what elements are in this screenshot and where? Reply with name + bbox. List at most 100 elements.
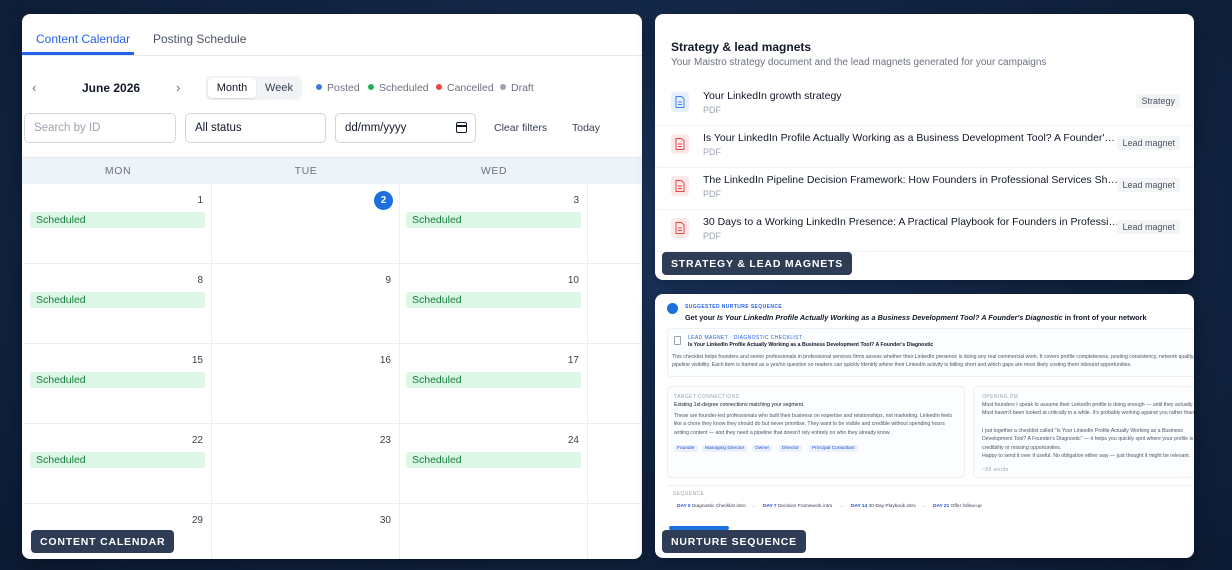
week-view-button[interactable]: Week <box>258 78 300 98</box>
document-row[interactable]: 30 Days to a Working LinkedIn Presence: … <box>655 211 1194 252</box>
scheduled-post-chip[interactable]: Scheduled <box>30 212 205 228</box>
view-toggle: Month Week <box>206 76 302 100</box>
sequence-step[interactable]: DAY 21 Offer follow-up <box>933 504 982 509</box>
segment-chip: Managing Director <box>702 445 748 452</box>
calendar-icon[interactable] <box>456 122 467 133</box>
sequence-label: SEQUENCE <box>673 491 705 497</box>
scheduled-post-chip[interactable]: Scheduled <box>406 212 581 228</box>
doc-icon <box>671 92 689 112</box>
today-button[interactable]: Today <box>572 122 600 134</box>
day-number: 9 <box>385 275 391 286</box>
document-title: 30 Days to a Working LinkedIn Presence: … <box>703 216 1119 228</box>
scheduled-post-chip[interactable]: Scheduled <box>406 292 581 308</box>
chevron-right-icon[interactable]: › <box>176 80 180 95</box>
calendar-day-cell[interactable]: 17 Scheduled <box>400 344 588 424</box>
calendar-day-cell[interactable]: 1 Scheduled <box>24 184 212 264</box>
weekday-label: MON <box>104 165 132 177</box>
tab-posting-schedule[interactable]: Posting Schedule <box>153 32 246 46</box>
calendar-day-cell[interactable] <box>400 504 588 559</box>
scheduled-post-chip[interactable]: Scheduled <box>406 452 581 468</box>
pdf-icon <box>671 134 689 154</box>
opening-dm-word-count: ~88 words <box>982 467 1009 473</box>
calendar-day-cell[interactable]: 24 Scheduled <box>400 424 588 504</box>
scheduled-post-chip[interactable]: Scheduled <box>406 372 581 388</box>
doc-icon <box>674 336 681 345</box>
legend-cancelled: Cancelled <box>436 82 494 94</box>
strategy-title: Strategy & lead magnets <box>671 40 812 54</box>
calendar-day-cell[interactable]: 10 Scheduled <box>400 264 588 344</box>
day-number: 1 <box>197 195 203 206</box>
day-number: 16 <box>379 355 391 366</box>
weekday-header: MON TUE WED <box>22 157 642 184</box>
calendar-day-cell[interactable]: 9 <box>212 264 400 344</box>
target-connections-label: TARGET CONNECTIONS <box>674 394 740 400</box>
day-number: 17 <box>567 355 579 366</box>
month-view-button[interactable]: Month <box>208 78 256 98</box>
scheduled-post-chip[interactable]: Scheduled <box>30 372 205 388</box>
lead-magnet-title: Is Your LinkedIn Profile Actually Workin… <box>688 342 934 348</box>
document-title: The LinkedIn Pipeline Decision Framework… <box>703 174 1119 186</box>
arrow-right-icon: → <box>751 504 756 509</box>
day-number: 30 <box>379 515 391 526</box>
date-input[interactable]: dd/mm/yyyy <box>335 113 476 143</box>
day-number: 29 <box>191 515 203 526</box>
document-tag: Strategy <box>1136 94 1180 108</box>
legend-posted: Posted <box>316 82 360 94</box>
lead-magnet-description: This checklist helps founders and senior… <box>672 354 1194 369</box>
calendar-day-cell[interactable]: 22 Scheduled <box>24 424 212 504</box>
calendar-day-cell[interactable]: 30 <box>212 504 400 559</box>
strategy-badge: STRATEGY & LEAD MAGNETS <box>662 252 853 275</box>
divider <box>667 485 1194 486</box>
legend-dot-icon <box>316 84 322 90</box>
sequence-step[interactable]: DAY 7 Decision Framework intro <box>763 504 832 509</box>
calendar-day-cell[interactable]: 15 Scheduled <box>24 344 212 424</box>
document-title: Your LinkedIn growth strategy <box>703 90 842 102</box>
search-input[interactable] <box>24 113 176 143</box>
document-type: PDF <box>703 231 721 241</box>
weekday-label: WED <box>480 165 508 177</box>
calendar-day-cell[interactable] <box>588 184 642 264</box>
sequence-step[interactable]: DAY 14 30-Day Playbook intro <box>851 504 916 509</box>
scheduled-post-chip[interactable]: Scheduled <box>30 292 205 308</box>
opening-dm-paragraph: I put together a checklist called "Is Yo… <box>982 428 1194 451</box>
calendar-day-cell[interactable] <box>588 344 642 424</box>
sequence-step[interactable]: DAY 0 Diagnostic Checklist intro <box>677 504 746 509</box>
calendar-day-cell[interactable]: 23 <box>212 424 400 504</box>
document-type: PDF <box>703 105 721 115</box>
calendar-day-cell[interactable]: 16 <box>212 344 400 424</box>
strategy-subtitle: Your Maistro strategy document and the l… <box>671 57 1047 68</box>
nurture-panel: SUGGESTED NURTURE SEQUENCE Get your Is Y… <box>655 294 1194 558</box>
content-calendar-panel: Content Calendar Posting Schedule ‹ June… <box>22 14 642 559</box>
legend-scheduled: Scheduled <box>368 82 429 94</box>
document-row[interactable]: The LinkedIn Pipeline Decision Framework… <box>655 169 1194 210</box>
opening-dm-paragraph: Most founders I speak to assume their Li… <box>982 402 1194 417</box>
tab-content-calendar[interactable]: Content Calendar <box>36 32 130 46</box>
content-calendar-badge: CONTENT CALENDAR <box>31 530 175 553</box>
weekday-label: TUE <box>294 165 318 177</box>
legend-dot-icon <box>368 84 374 90</box>
active-tab-indicator <box>22 52 134 55</box>
day-number: 10 <box>567 275 579 286</box>
calendar-day-cell[interactable] <box>588 264 642 344</box>
document-title: Is Your LinkedIn Profile Actually Workin… <box>703 132 1119 144</box>
chevron-left-icon[interactable]: ‹ <box>32 80 36 95</box>
clear-filters-button[interactable]: Clear filters <box>494 122 547 134</box>
document-row[interactable]: Is Your LinkedIn Profile Actually Workin… <box>655 127 1194 168</box>
link-icon <box>667 303 678 314</box>
legend-dot-icon <box>436 84 442 90</box>
pdf-icon <box>671 176 689 196</box>
document-row[interactable]: Your LinkedIn growth strategy PDF Strategy <box>655 85 1194 126</box>
calendar-day-cell[interactable]: 8 Scheduled <box>24 264 212 344</box>
lead-magnet-card: LEAD MAGNET · DIAGNOSTIC CHECKLIST Is Yo… <box>667 328 1194 377</box>
calendar-day-cell[interactable]: 2 <box>212 184 400 264</box>
calendar-day-cell[interactable] <box>588 424 642 504</box>
status-select[interactable]: All status <box>185 113 326 143</box>
scheduled-post-chip[interactable]: Scheduled <box>30 452 205 468</box>
day-number: 22 <box>191 435 203 446</box>
nurture-heading: Get your Is Your LinkedIn Profile Actual… <box>685 313 1147 322</box>
day-number: 23 <box>379 435 391 446</box>
calendar-day-cell[interactable] <box>588 504 642 559</box>
nurture-badge: NURTURE SEQUENCE <box>662 530 806 553</box>
segment-chip: Principal Consultant <box>809 445 858 452</box>
calendar-day-cell[interactable]: 3 Scheduled <box>400 184 588 264</box>
